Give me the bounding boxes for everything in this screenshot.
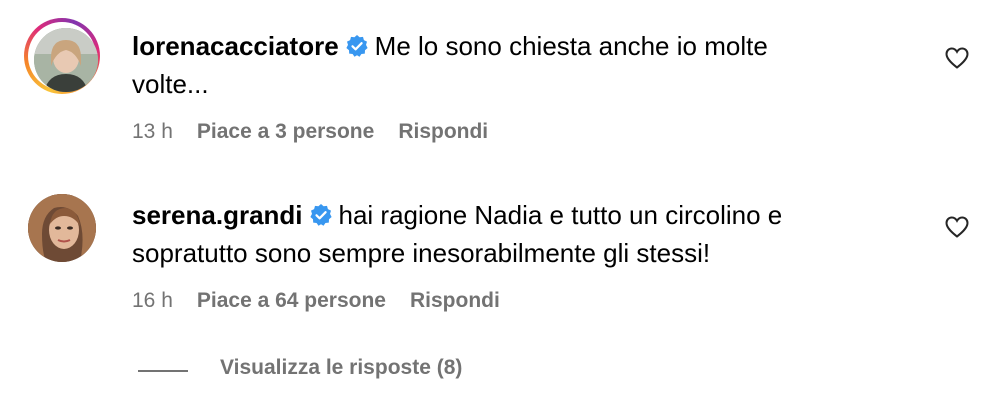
divider-line	[138, 370, 188, 372]
avatar	[34, 28, 98, 92]
heart-icon[interactable]	[944, 215, 970, 239]
view-replies-button[interactable]: Visualizza le risposte (8)	[220, 356, 462, 380]
likes-count[interactable]: Piace a 3 persone	[197, 120, 374, 144]
comment-text-line2: volte...	[132, 69, 209, 99]
reply-button[interactable]: Rispondi	[398, 120, 488, 144]
username[interactable]: lorenacacciatore	[132, 31, 339, 61]
comment-text-line1: serena.grandi hai ragione Nadia e tutto u…	[132, 196, 782, 234]
verified-badge-icon	[309, 204, 332, 226]
comment-meta: 16 h Piace a 64 persone Rispondi	[132, 289, 524, 313]
reply-button[interactable]: Rispondi	[410, 289, 500, 313]
verified-badge-icon	[346, 35, 368, 57]
comment-text: Me lo sono chiesta anche io molte	[374, 31, 768, 61]
comment-text-line1: lorenacacciatore Me lo sono chiesta anche…	[132, 27, 768, 65]
comment-text: hai ragione Nadia e tutto un circolino e	[338, 200, 783, 230]
comment-text-line2: sopratutto sono sempre inesorabilmente g…	[132, 238, 711, 268]
avatar[interactable]	[28, 194, 96, 262]
story-ring-avatar[interactable]	[24, 18, 100, 94]
timestamp[interactable]: 13 h	[132, 120, 173, 144]
timestamp[interactable]: 16 h	[132, 289, 173, 313]
comment-meta: 13 h Piace a 3 persone Rispondi	[132, 120, 512, 144]
username[interactable]: serena.grandi	[132, 200, 303, 230]
likes-count[interactable]: Piace a 64 persone	[197, 289, 386, 313]
heart-icon[interactable]	[944, 46, 970, 70]
